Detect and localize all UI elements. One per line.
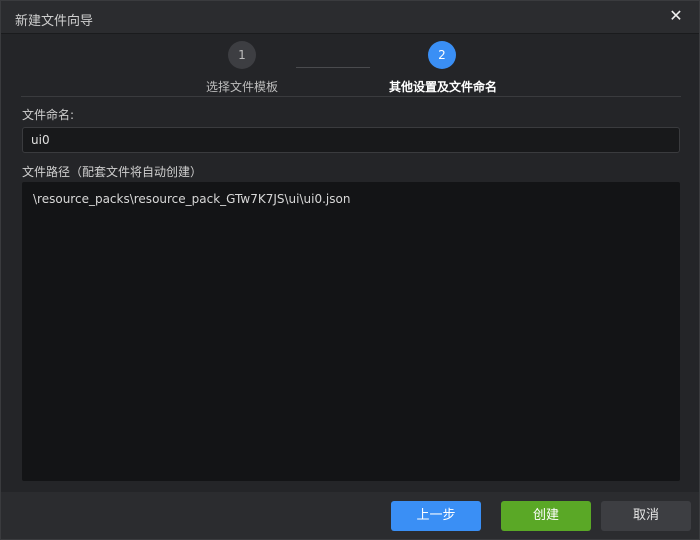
create-button[interactable]: 创建 xyxy=(501,501,591,531)
title-bar[interactable]: 新建文件向导 ✕ xyxy=(1,1,699,34)
step-2-indicator: 2 xyxy=(428,41,456,69)
wizard-steps: 1 2 选择文件模板 其他设置及文件命名 xyxy=(1,35,699,97)
new-file-wizard-dialog: 新建文件向导 ✕ 1 2 选择文件模板 其他设置及文件命名 文件命名: ui0 … xyxy=(0,0,700,540)
file-path-area[interactable]: \resource_packs\resource_pack_GTw7K7JS\u… xyxy=(22,182,680,481)
file-path-value: \resource_packs\resource_pack_GTw7K7JS\u… xyxy=(33,192,351,206)
step-connector xyxy=(296,67,370,68)
step-1-label: 选择文件模板 xyxy=(206,80,279,94)
close-icon[interactable]: ✕ xyxy=(667,7,685,25)
file-name-label: 文件命名: xyxy=(22,108,75,122)
cancel-button[interactable]: 取消 xyxy=(601,501,691,531)
dialog-footer: 上一步 创建 取消 xyxy=(1,492,699,539)
step-1-indicator: 1 xyxy=(228,41,256,69)
previous-step-button[interactable]: 上一步 xyxy=(391,501,481,531)
file-name-input[interactable]: ui0 xyxy=(22,127,680,153)
file-path-label: 文件路径（配套文件将自动创建） xyxy=(22,165,203,179)
steps-divider xyxy=(21,96,681,97)
step-2-label: 其他设置及文件命名 xyxy=(389,80,498,94)
dialog-title: 新建文件向导 xyxy=(15,14,94,29)
